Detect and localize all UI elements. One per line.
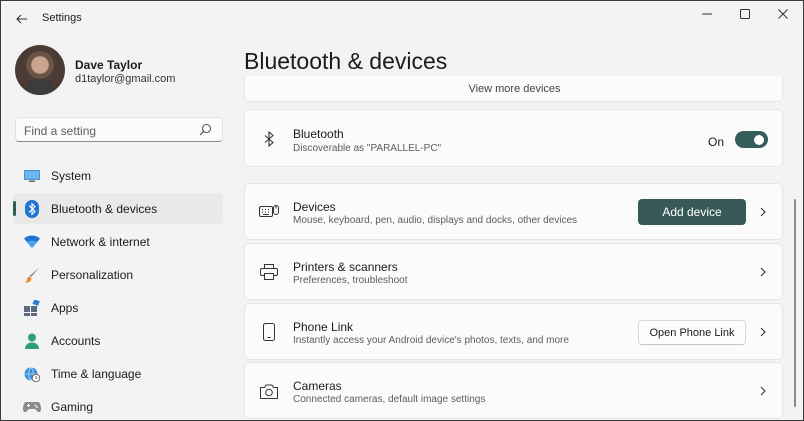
sidebar-item-gaming[interactable]: Gaming xyxy=(13,391,223,420)
bluetooth-state-label: On xyxy=(707,135,724,149)
close-button[interactable] xyxy=(764,1,802,27)
bluetooth-icon xyxy=(259,129,279,149)
view-more-card: View more devices xyxy=(244,76,783,102)
settings-window: Settings Dave Taylor d1taylor@gmail.com … xyxy=(1,1,803,420)
apps-icon xyxy=(23,299,41,317)
maximize-button[interactable] xyxy=(726,1,764,27)
printers-card[interactable]: Printers & scanners Preferences, trouble… xyxy=(244,243,783,300)
printer-icon xyxy=(259,262,279,282)
keyboard-mouse-icon xyxy=(259,202,279,222)
sidebar-item-label: Personalization xyxy=(51,267,134,282)
sidebar-item-label: Bluetooth & devices xyxy=(51,201,158,216)
bluetooth-card: Bluetooth Discoverable as "PARALLEL-PC" … xyxy=(244,109,783,167)
scrollbar[interactable] xyxy=(794,199,796,407)
sidebar-item-label: Apps xyxy=(51,300,79,315)
minimize-button[interactable] xyxy=(688,1,726,27)
sidebar-item-label: Accounts xyxy=(51,333,101,348)
phone-link-card[interactable]: Phone Link Instantly access your Android… xyxy=(244,303,783,360)
monitor-icon xyxy=(23,167,41,185)
sidebar-item-label: Gaming xyxy=(51,399,94,414)
sidebar-item-accounts[interactable]: Accounts xyxy=(13,325,223,356)
camera-icon xyxy=(259,381,279,401)
sidebar-item-bluetooth[interactable]: Bluetooth & devices xyxy=(13,193,223,224)
sidebar-item-network[interactable]: Network & internet xyxy=(13,226,223,257)
back-arrow-icon xyxy=(16,14,27,24)
phone-link-title: Phone Link xyxy=(293,320,354,334)
minimize-icon xyxy=(702,13,712,15)
avatar xyxy=(15,45,65,95)
cameras-subtitle: Connected cameras, default image setting… xyxy=(293,394,486,405)
printers-title: Printers & scanners xyxy=(293,260,398,274)
chevron-right-icon xyxy=(758,385,768,397)
search-input[interactable]: Find a setting xyxy=(15,117,223,142)
gamepad-icon xyxy=(23,398,41,416)
add-device-button[interactable]: Add device xyxy=(638,199,746,225)
main-content: View more devices Bluetooth Discoverable… xyxy=(244,76,783,420)
sidebar-item-personalization[interactable]: Personalization xyxy=(13,259,223,290)
open-phone-link-button[interactable]: Open Phone Link xyxy=(638,320,746,345)
page-title: Bluetooth & devices xyxy=(244,48,448,74)
view-more-devices-link[interactable]: View more devices xyxy=(245,83,783,95)
sidebar-item-label: System xyxy=(51,168,92,183)
chevron-right-icon xyxy=(758,266,768,278)
phone-icon xyxy=(259,322,279,342)
phone-link-subtitle: Instantly access your Android device's p… xyxy=(293,335,569,346)
sidebar-item-label: Network & internet xyxy=(51,234,150,249)
bluetooth-title: Bluetooth xyxy=(293,127,344,141)
sidebar-nav: System Bluetooth & devices Network & int… xyxy=(13,160,223,420)
chevron-right-icon xyxy=(758,206,768,218)
bluetooth-subtitle: Discoverable as "PARALLEL-PC" xyxy=(293,143,442,154)
app-title: Settings xyxy=(42,12,82,24)
sidebar-item-apps[interactable]: Apps xyxy=(13,292,223,323)
devices-title: Devices xyxy=(293,200,336,214)
toggle-knob xyxy=(754,134,764,145)
bluetooth-icon xyxy=(23,199,41,218)
user-email: d1taylor@gmail.com xyxy=(75,73,176,85)
devices-subtitle: Mouse, keyboard, pen, audio, displays an… xyxy=(293,215,578,226)
sidebar-item-label: Time & language xyxy=(51,366,142,381)
bluetooth-toggle[interactable] xyxy=(735,131,768,148)
chevron-right-icon xyxy=(758,326,768,338)
back-button[interactable] xyxy=(9,7,35,31)
search-placeholder: Find a setting xyxy=(24,124,97,138)
user-name: Dave Taylor xyxy=(75,58,143,72)
globe-clock-icon xyxy=(23,365,41,383)
printers-subtitle: Preferences, troubleshoot xyxy=(293,275,408,286)
search-icon xyxy=(199,123,212,136)
close-icon xyxy=(778,9,788,19)
paintbrush-icon xyxy=(23,266,41,284)
cameras-title: Cameras xyxy=(293,379,342,393)
sidebar-item-time-language[interactable]: Time & language xyxy=(13,358,223,389)
title-bar: Settings xyxy=(1,1,803,37)
sidebar-item-system[interactable]: System xyxy=(13,160,223,191)
devices-card[interactable]: Devices Mouse, keyboard, pen, audio, dis… xyxy=(244,183,783,240)
cameras-card[interactable]: Cameras Connected cameras, default image… xyxy=(244,362,783,419)
maximize-icon xyxy=(740,9,750,19)
person-icon xyxy=(23,332,41,350)
wifi-icon xyxy=(23,233,41,251)
